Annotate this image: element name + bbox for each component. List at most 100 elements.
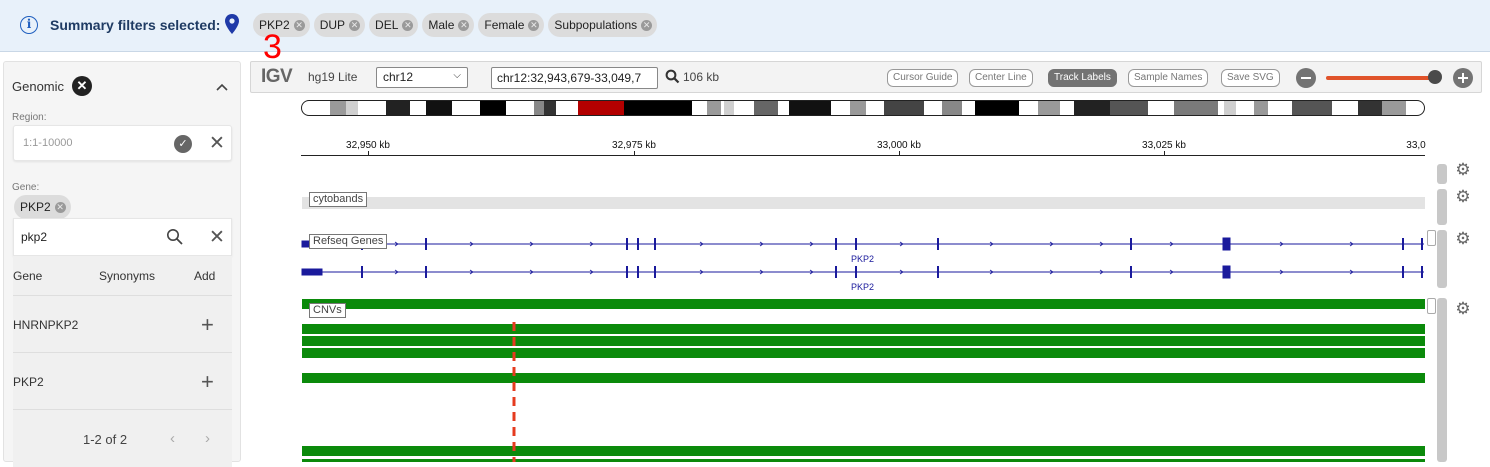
cursor-guide-button[interactable]: Cursor Guide [887, 69, 959, 87]
chip-label: DEL [375, 18, 399, 32]
close-icon[interactable]: ✕ [402, 19, 414, 31]
cnv-feature[interactable] [302, 348, 1425, 358]
close-icon[interactable]: ✕ [209, 226, 225, 249]
chevron-up-icon[interactable] [216, 78, 228, 94]
chip-label: Female [484, 18, 525, 32]
info-icon: i [20, 16, 38, 34]
gear-icon[interactable]: ⚙ [1455, 188, 1471, 205]
track-drag-handle[interactable] [1437, 189, 1447, 225]
scrollbar[interactable] [1427, 298, 1436, 314]
track-drag-handle[interactable] [1437, 230, 1447, 288]
gear-icon[interactable]: ⚙ [1455, 161, 1471, 178]
gear-icon[interactable]: ⚙ [1455, 230, 1471, 247]
zoom-slider-handle[interactable] [1428, 70, 1442, 84]
genomic-filter-panel: Genomic ✕ Region: 1:1-10000 ✓ ✕ Gene: PK… [3, 61, 241, 467]
locus-input[interactable]: chr12:32,943,679-33,049,7 [491, 67, 658, 89]
region-field[interactable]: 1:1-10000 ✓ ✕ [13, 125, 232, 161]
add-gene-button[interactable]: + [201, 369, 214, 395]
selected-gene-chip[interactable]: PKP2 ✕ [14, 195, 71, 219]
close-icon[interactable]: ✕ [293, 19, 305, 31]
zoom-slider[interactable] [1326, 76, 1431, 80]
ruler-tick [634, 151, 635, 156]
save-svg-button[interactable]: Save SVG [1221, 69, 1280, 87]
chromosome-ideogram[interactable] [301, 100, 1425, 116]
gene-label: Gene: [12, 182, 40, 193]
close-icon[interactable]: ✕ [528, 19, 540, 31]
table-header: Gene Synonyms Add [13, 256, 232, 296]
sample-names-button[interactable]: Sample Names [1128, 69, 1209, 87]
filter-chip-female[interactable]: Female ✕ [478, 13, 545, 37]
search-icon[interactable] [665, 69, 680, 84]
filter-chip-del[interactable]: DEL ✕ [369, 13, 419, 37]
cytoband [1224, 101, 1236, 115]
cytoband [850, 101, 866, 115]
ruler-label: 33,000 kb [877, 140, 921, 151]
annotation-3: 3 [263, 28, 282, 66]
ruler-tick [368, 151, 369, 156]
refseq-genes-track-label: Refseq Genes [309, 234, 388, 249]
region-input[interactable]: 1:1-10000 [23, 137, 73, 149]
check-icon[interactable]: ✓ [174, 135, 192, 153]
cnv-feature[interactable] [302, 373, 1425, 383]
filter-chip-dup[interactable]: DUP ✕ [313, 13, 366, 37]
search-icon[interactable] [166, 228, 184, 246]
close-icon[interactable]: ✕ [349, 19, 361, 31]
chip-label: Male [428, 18, 455, 32]
window-size: 106 kb [683, 70, 720, 84]
table-row: PKP2 + [13, 353, 232, 410]
cytoband [330, 101, 346, 115]
cytoband [624, 101, 692, 115]
column-header-add: Add [194, 269, 216, 283]
close-icon[interactable]: ✕ [209, 132, 225, 155]
cnv-feature[interactable] [302, 324, 1425, 334]
cnv-feature[interactable] [302, 336, 1425, 346]
map-pin-icon [225, 14, 239, 34]
cytoband [884, 101, 924, 115]
zoom-out-icon[interactable] [1296, 68, 1316, 88]
track-drag-handle[interactable] [1437, 298, 1447, 462]
cytoband [724, 101, 734, 115]
cytoband [1174, 101, 1218, 115]
chromosome-value: chr12 [383, 70, 414, 84]
column-header-synonyms: Synonyms [99, 269, 156, 283]
close-icon[interactable]: ✕ [641, 19, 653, 31]
chevron-right-icon[interactable]: › [205, 430, 210, 447]
cytoband [975, 101, 1019, 115]
ruler-label: 33,025 kb [1142, 140, 1186, 151]
track-drag-handle[interactable] [1437, 164, 1447, 184]
zoom-in-icon[interactable] [1453, 68, 1473, 88]
pagination-text: 1-2 of 2 [83, 432, 128, 447]
track-labels-button[interactable]: Track Labels [1048, 69, 1117, 87]
close-icon[interactable]: ✕ [458, 19, 470, 31]
filter-chips: PKP2 ✕ DUP ✕ DEL ✕ Male ✕ Female ✕ Subpopulat… [253, 13, 658, 37]
add-gene-button[interactable]: + [201, 312, 214, 338]
cytoband [1110, 101, 1148, 115]
cytoband [707, 101, 721, 115]
chromosome-select[interactable]: chr12 ⌵ [376, 67, 468, 88]
filter-chip-subpopulations[interactable]: Subpopulations ✕ [548, 13, 658, 37]
cytoband [480, 101, 506, 115]
column-header-gene: Gene [13, 269, 43, 283]
cytobands-track-label: cytobands [309, 192, 368, 207]
ruler-tick [1164, 151, 1165, 156]
chip-label: PKP2 [20, 200, 51, 214]
cnv-feature[interactable] [302, 299, 1425, 309]
chip-label: DUP [319, 18, 346, 32]
filter-chip-male[interactable]: Male ✕ [422, 13, 475, 37]
close-icon[interactable]: ✕ [54, 201, 66, 213]
centromere [578, 101, 624, 115]
chip-label: Subpopulations [554, 18, 638, 32]
cytoband [942, 101, 962, 115]
cytoband [386, 101, 410, 115]
gear-icon[interactable]: ⚙ [1455, 300, 1471, 317]
gene-search-input[interactable] [21, 230, 101, 244]
cytoband [1074, 101, 1110, 115]
gene-search-field[interactable]: ✕ [13, 218, 232, 256]
center-line-button[interactable]: Center Line [969, 69, 1033, 87]
cytoband [426, 101, 452, 115]
cytoband [544, 101, 556, 115]
clear-genomic-icon[interactable]: ✕ [72, 76, 92, 96]
chevron-left-icon[interactable]: ‹ [170, 430, 175, 447]
cnv-feature[interactable] [302, 446, 1425, 456]
gene-label: PKP2 [851, 254, 874, 264]
